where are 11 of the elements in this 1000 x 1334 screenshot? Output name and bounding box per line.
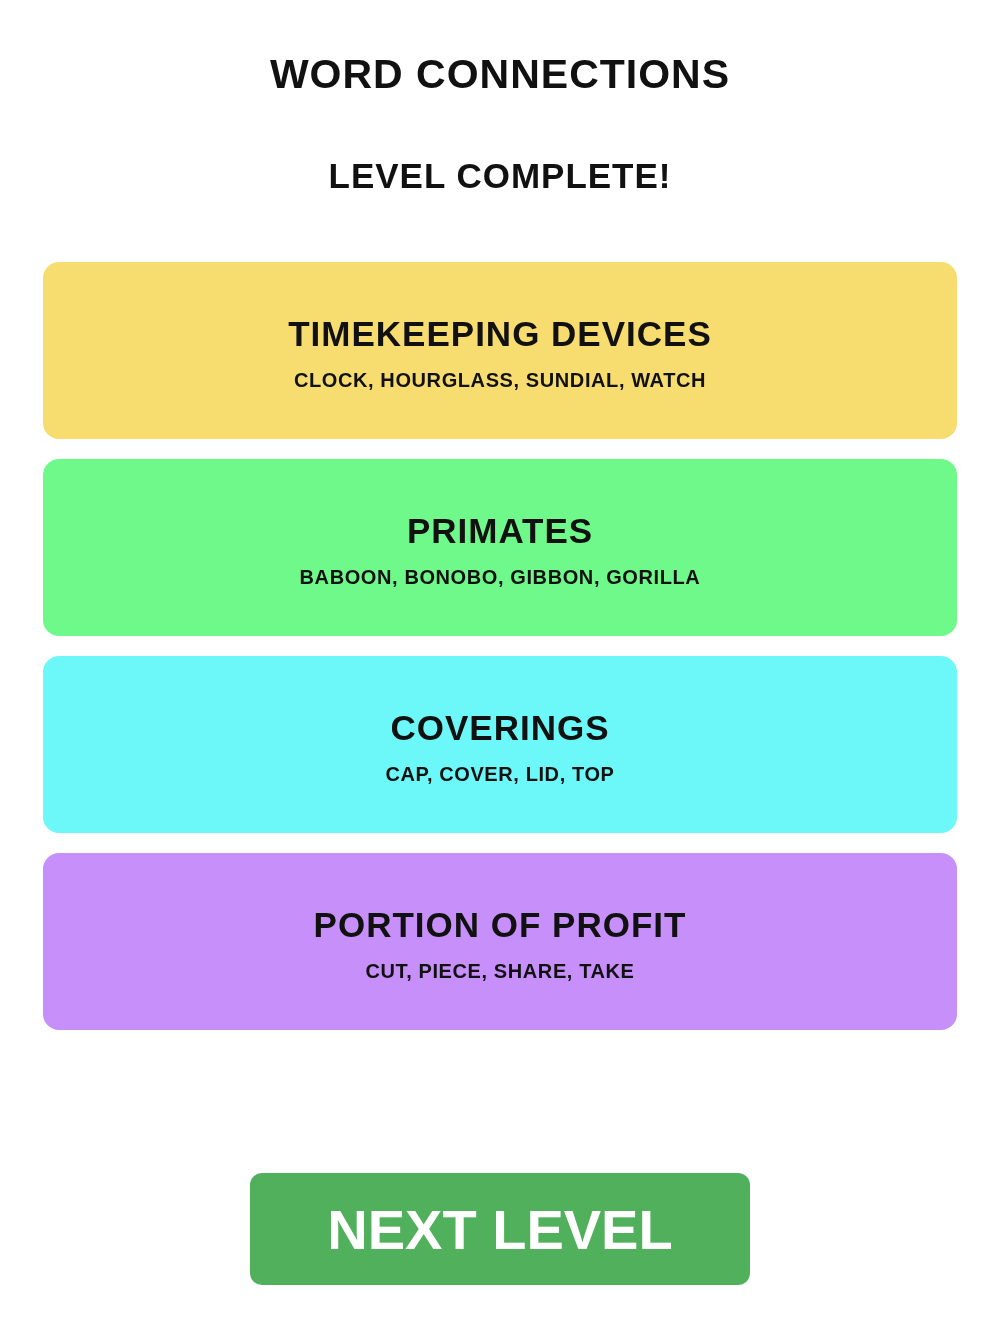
category-title: TIMEKEEPING DEVICES bbox=[288, 313, 712, 354]
category-title: PRIMATES bbox=[406, 510, 594, 551]
category-title: COVERINGS bbox=[390, 707, 610, 748]
category-words: BABOON, BONOBO, GIBBON, GORILLA bbox=[299, 564, 701, 589]
level-complete-message: LEVEL COMPLETE! bbox=[328, 155, 672, 197]
category-title: PORTION OF PROFIT bbox=[313, 904, 687, 945]
next-level-button[interactable]: NEXT LEVEL bbox=[250, 1173, 750, 1285]
category-words: CAP, COVER, LID, TOP bbox=[385, 761, 615, 786]
game-title: WORD CONNECTIONS bbox=[269, 50, 731, 98]
category-words: CUT, PIECE, SHARE, TAKE bbox=[365, 958, 635, 983]
category-words: CLOCK, HOURGLASS, SUNDIAL, WATCH bbox=[293, 367, 707, 392]
